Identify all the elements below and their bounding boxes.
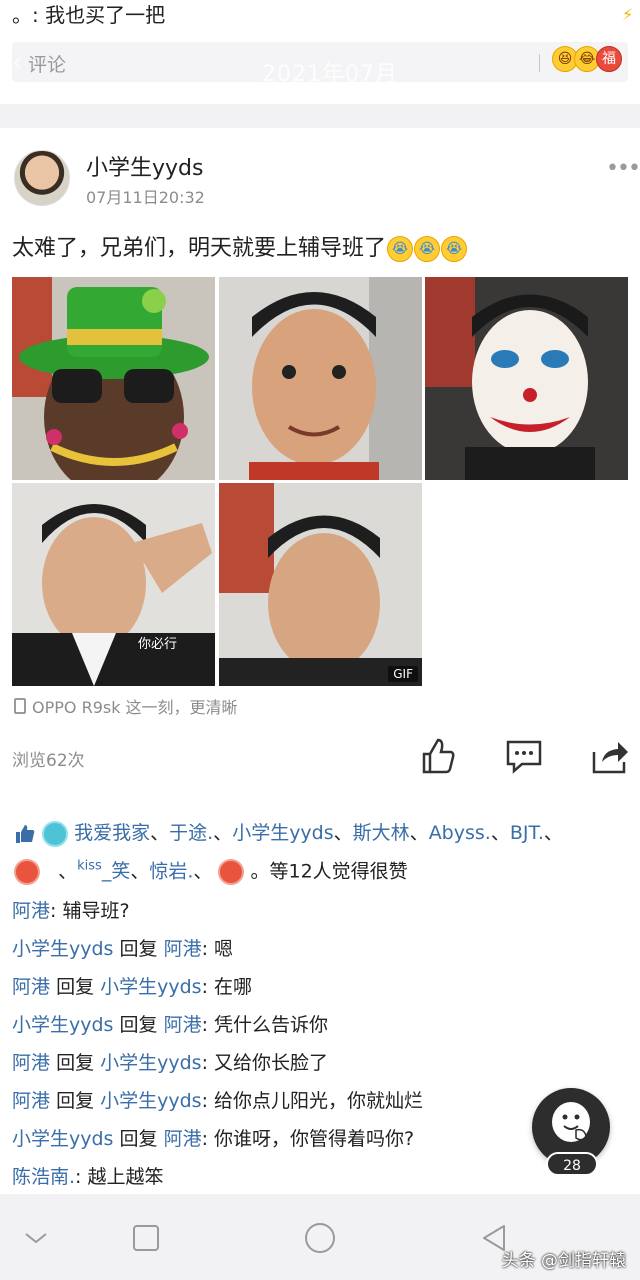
comment-row[interactable]: 阿港: 辅导班?: [12, 896, 612, 934]
reply-word: 回复: [119, 938, 158, 960]
reply-word: 回复: [119, 1014, 158, 1036]
reply-target[interactable]: 小学生yyds: [100, 1052, 201, 1074]
reply-target[interactable]: 小学生yyds: [100, 976, 201, 998]
comment-text: 凭什么告诉你: [214, 1014, 329, 1036]
gif-badge: GIF: [388, 666, 418, 682]
comment-user[interactable]: 小学生yyds: [12, 1128, 113, 1150]
crying-emoji-icon: 😭: [414, 236, 441, 262]
device-text: OPPO R9sk 这一刻，更清晰: [32, 698, 238, 717]
likes-summary: 。等12人觉得很赞: [250, 860, 408, 883]
liker-name[interactable]: kiss_笑: [77, 859, 130, 882]
post-text: 太难了，兄弟们，明天就要上辅导班了 😭 😭 😭: [12, 230, 468, 262]
liker-name[interactable]: 斯大林: [353, 822, 410, 844]
author-name[interactable]: 小学生yyds: [86, 150, 203, 182]
device-info: OPPO R9sk 这一刻，更清晰: [14, 694, 238, 718]
comment-text: 在哪: [214, 976, 253, 998]
back-arrow-icon[interactable]: ‹: [12, 48, 22, 78]
watermark: 头条 @剑指轩辕: [501, 1251, 626, 1271]
reply-target[interactable]: 阿港: [164, 1014, 202, 1036]
liker-name[interactable]: BJT.: [510, 822, 544, 844]
month-header-overlay: 2021年07月: [262, 62, 398, 87]
comment-row[interactable]: 小学生yyds 回复 阿港: 你谁呀，你管得着吗你?: [12, 1124, 612, 1162]
photo-joker-face[interactable]: [425, 277, 628, 480]
home-button[interactable]: [300, 1218, 340, 1258]
liker-avatar[interactable]: [14, 858, 40, 885]
previous-comment-text: 。: 我也买了一把: [12, 3, 166, 27]
view-count: 浏览62次: [12, 751, 85, 771]
comment-row[interactable]: 小学生yyds 回复 阿港: 嗯: [12, 934, 612, 972]
comment-user[interactable]: 小学生yyds: [12, 938, 113, 960]
like-icon[interactable]: [418, 736, 458, 776]
photo-boy-gif[interactable]: GIF: [219, 483, 422, 686]
liker-name[interactable]: 小学生yyds: [232, 822, 333, 844]
post-timestamp: 07月11日20:32: [86, 188, 205, 207]
comment-text: 又给你长脸了: [214, 1052, 329, 1074]
comment-text: 越上越笨: [87, 1166, 164, 1188]
comment-user[interactable]: 陈浩南.: [12, 1166, 75, 1188]
smiley-face-icon: [552, 1102, 590, 1142]
flash-icon: ⚡: [622, 5, 634, 24]
comment-icon[interactable]: [504, 736, 544, 776]
comment-user[interactable]: 阿港: [12, 976, 50, 998]
comment-user[interactable]: 阿港: [12, 1052, 50, 1074]
comment-row[interactable]: 阿港 回复 小学生yyds: 在哪: [12, 972, 612, 1010]
post-text-content: 太难了，兄弟们，明天就要上辅导班了: [12, 236, 387, 261]
comment-input-placeholder[interactable]: 评论: [28, 50, 66, 77]
section-divider: [0, 104, 640, 128]
comment-text: 辅导班?: [62, 900, 130, 922]
more-options-icon[interactable]: •••: [606, 156, 640, 181]
comment-text: 你谁呀，你管得着吗你?: [214, 1128, 415, 1150]
photo-caption: 你必行: [138, 637, 178, 652]
comment-row[interactable]: 阿港 回复 小学生yyds: 又给你长脸了: [12, 1048, 612, 1086]
comment-input-bar[interactable]: ‹ 评论 2021年07月 😆 😂 福: [12, 42, 628, 87]
reply-target[interactable]: 阿港: [164, 938, 202, 960]
share-icon[interactable]: [590, 736, 630, 776]
comment-row[interactable]: 阿港 回复 小学生yyds: 给你点儿阳光，你就灿烂: [12, 1086, 612, 1124]
photo-boy-salute[interactable]: 你必行: [12, 483, 215, 686]
fab-count-badge: 28: [546, 1152, 598, 1176]
liker-name[interactable]: 惊岩.: [149, 860, 193, 882]
comment-text: 嗯: [214, 938, 234, 960]
emoji-shortcuts[interactable]: 😆 😂 福: [552, 46, 622, 72]
likes-list: 我爱我家、于途.、小学生yyds、斯大林、Abyss.、BJT.、 、kiss_…: [14, 816, 630, 888]
like-thumb-icon: [16, 824, 35, 843]
reply-word: 回复: [119, 1128, 158, 1150]
recent-apps-button[interactable]: [126, 1218, 166, 1258]
comment-user[interactable]: 阿港: [12, 1090, 50, 1112]
divider: [539, 54, 540, 72]
phone-icon: [14, 698, 26, 714]
reply-target[interactable]: 小学生yyds: [100, 1090, 201, 1112]
liker-avatar[interactable]: [42, 820, 69, 847]
red-packet-emoji-icon[interactable]: 福: [596, 46, 622, 72]
liker-name[interactable]: 于途.: [169, 822, 213, 844]
photo-hat-sunglasses[interactable]: [12, 277, 215, 480]
reply-word: 回复: [56, 1090, 95, 1112]
chevron-down-icon[interactable]: [16, 1218, 56, 1258]
comment-row[interactable]: 小学生yyds 回复 阿港: 凭什么告诉你: [12, 1010, 612, 1048]
reply-target[interactable]: 阿港: [164, 1128, 202, 1150]
crying-emoji-icon: 😭: [387, 236, 414, 262]
liker-name[interactable]: Abyss.: [429, 822, 491, 844]
comment-user[interactable]: 阿港: [12, 900, 50, 922]
liker-avatar[interactable]: [218, 858, 245, 885]
reply-word: 回复: [56, 1052, 95, 1074]
author-avatar[interactable]: [14, 150, 70, 206]
photo-boy-smile[interactable]: [219, 277, 422, 480]
comment-user[interactable]: 小学生yyds: [12, 1014, 113, 1036]
comment-text: 给你点儿阳光，你就灿烂: [214, 1090, 424, 1112]
crying-emoji-icon: 😭: [441, 236, 468, 262]
comments-list: 阿港: 辅导班? 小学生yyds 回复 阿港: 嗯 阿港 回复 小学生yyds:…: [12, 896, 612, 1200]
liker-name[interactable]: 我爱我家: [74, 822, 150, 844]
reply-word: 回复: [56, 976, 95, 998]
